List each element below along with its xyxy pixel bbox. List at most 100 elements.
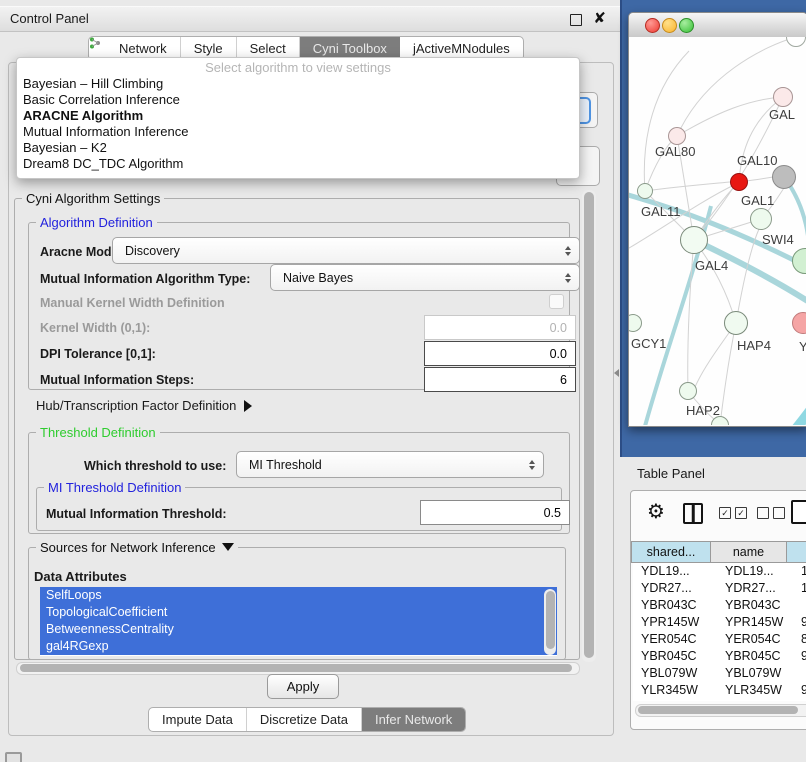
table-cell: 9 <box>795 699 806 701</box>
tab-discretize-data[interactable]: Discretize Data <box>247 708 362 731</box>
show-columns-icon[interactable] <box>683 503 703 524</box>
network-nodes: GALGAL80GAL10GAL1GAL11GAL4SWI4GCY1HAP4YH… <box>629 37 806 425</box>
algorithm-option-selected[interactable]: ARACNE Algorithm <box>17 108 579 124</box>
table-row[interactable]: YIL052CYIL052C9 <box>633 699 806 701</box>
column-header-name[interactable]: name <box>711 541 787 563</box>
table-row[interactable]: YER054CYER054C8. <box>633 631 806 648</box>
algorithm-option[interactable]: Bayesian – Hill Climbing <box>17 76 579 92</box>
control-panel-titlebar: Control Panel ✘ <box>0 6 620 32</box>
new-table-icon[interactable] <box>791 500 806 524</box>
panel-splitter-handle[interactable] <box>614 369 619 377</box>
network-node[interactable] <box>792 312 806 334</box>
network-node-label: HAP2 <box>686 403 720 418</box>
table-row[interactable]: YDR27...YDR27...12 <box>633 580 806 597</box>
attribute-item[interactable]: BetweennessCentrality <box>40 621 557 638</box>
algorithm-option[interactable]: Mutual Information Inference <box>17 124 579 140</box>
panel-title: Control Panel <box>10 11 89 26</box>
attribute-item[interactable]: TopologicalCoefficient <box>40 604 557 621</box>
table-row[interactable]: YBR045CYBR045C9. <box>633 648 806 665</box>
column-header-partial[interactable]: A <box>787 541 806 563</box>
settings-group-title: Cyni Algorithm Settings <box>22 191 164 206</box>
algorithm-definition-title: Algorithm Definition <box>36 215 157 230</box>
attribute-item[interactable]: gal4RGexp <box>40 638 557 655</box>
table-cell: YDL19... <box>719 563 795 580</box>
network-window[interactable]: GALGAL80GAL10GAL1GAL11GAL4SWI4GCY1HAP4YH… <box>628 12 806 427</box>
float-window-icon[interactable] <box>570 14 582 26</box>
table-row[interactable]: YDL19...YDL19...13 <box>633 563 806 580</box>
select-all-checkboxes-icon[interactable]: ✓✓ <box>719 507 747 519</box>
algorithm-option[interactable]: Basic Correlation Inference <box>17 92 579 108</box>
tab-label: Impute Data <box>162 708 233 731</box>
spinner-arrows-icon <box>565 246 571 256</box>
algorithm-option[interactable]: Dream8 DC_TDC Algorithm <box>17 156 579 172</box>
dpi-tolerance-label: DPI Tolerance [0,1]: <box>40 347 156 361</box>
table-row[interactable]: YBR043CYBR043C <box>633 597 806 614</box>
aracne-mode-select[interactable]: Discovery <box>112 237 580 264</box>
minimize-traffic-icon[interactable] <box>662 18 677 33</box>
attribute-item[interactable]: SelfLoops <box>40 587 557 604</box>
which-threshold-value: MI Threshold <box>249 458 322 472</box>
tab-infer-network[interactable]: Infer Network <box>362 708 465 731</box>
network-node-label: GAL11 <box>641 204 681 219</box>
table-horizontal-scrollbar[interactable] <box>635 704 806 717</box>
data-attributes-label: Data Attributes <box>34 569 127 584</box>
table-cell: YIL052C <box>719 699 795 701</box>
table-cell: YPR145W <box>719 614 795 631</box>
network-node[interactable] <box>750 208 772 230</box>
network-node[interactable] <box>668 127 686 145</box>
network-node[interactable] <box>637 183 653 199</box>
network-window-titlebar[interactable] <box>629 13 806 38</box>
which-threshold-select[interactable]: MI Threshold <box>236 451 544 478</box>
table-row[interactable]: YBL079WYBL079W <box>633 665 806 682</box>
deselect-all-checkboxes-icon[interactable] <box>757 507 785 519</box>
network-node-label: GAL4 <box>695 258 728 273</box>
table-cell: 13 <box>795 563 806 580</box>
spinner-arrows-icon <box>565 273 571 283</box>
network-node[interactable] <box>679 382 697 400</box>
zoom-traffic-icon[interactable] <box>679 18 694 33</box>
table-cell: YLR345W <box>719 682 795 699</box>
settings-vertical-scrollbar[interactable] <box>582 190 596 662</box>
mi-type-label: Mutual Information Algorithm Type: <box>40 272 250 286</box>
table-row[interactable]: YLR345WYLR345W9. <box>633 682 806 699</box>
table-cell: 9. <box>795 682 806 699</box>
mi-type-select[interactable]: Naive Bayes <box>270 264 580 291</box>
mi-threshold-group-title: MI Threshold Definition <box>44 480 185 495</box>
close-icon[interactable]: ✘ <box>593 9 606 27</box>
dpi-tolerance-input[interactable]: 0.0 <box>424 341 576 366</box>
network-canvas[interactable]: GALGAL80GAL10GAL1GAL11GAL4SWI4GCY1HAP4YH… <box>629 37 806 425</box>
hub-definition-toggle[interactable]: Hub/Transcription Factor Definition <box>36 398 252 413</box>
mi-steps-input[interactable]: 6 <box>424 367 576 392</box>
sources-group-toggle[interactable]: Sources for Network Inference <box>36 540 238 555</box>
network-node-label: GAL10 <box>737 153 777 168</box>
network-node[interactable] <box>773 87 793 107</box>
apply-button[interactable]: Apply <box>267 674 339 699</box>
close-traffic-icon[interactable] <box>645 18 660 33</box>
column-header-sharedname[interactable]: shared... <box>631 541 711 563</box>
mi-threshold-input[interactable]: 0.5 <box>420 500 570 525</box>
manual-kernel-label: Manual Kernel Width Definition <box>40 296 225 310</box>
network-node[interactable] <box>680 226 708 254</box>
table-cell: YBL079W <box>719 665 795 682</box>
network-node[interactable] <box>629 314 642 332</box>
network-node[interactable] <box>724 311 748 335</box>
spinner-arrows-icon <box>529 460 535 470</box>
network-node[interactable] <box>772 165 796 189</box>
network-node[interactable] <box>786 37 806 47</box>
network-node[interactable] <box>792 248 806 274</box>
kernel-width-input[interactable]: 0.0 <box>424 315 576 340</box>
minimized-panel-icon[interactable] <box>5 752 22 762</box>
network-node[interactable] <box>711 416 729 425</box>
table-cell: YPR145W <box>633 614 719 631</box>
network-node[interactable] <box>730 173 748 191</box>
gear-icon[interactable]: ⚙ <box>647 499 665 524</box>
table-cell: YDR27... <box>633 580 719 597</box>
table-cell: 9. <box>795 614 806 631</box>
kernel-width-label: Kernel Width (0,1): <box>40 321 150 335</box>
manual-kernel-checkbox[interactable] <box>549 294 564 309</box>
algorithm-dropdown-popup: Select algorithm to view settings Bayesi… <box>16 57 580 179</box>
tab-impute-data[interactable]: Impute Data <box>149 708 247 731</box>
table-row[interactable]: YPR145WYPR145W9. <box>633 614 806 631</box>
attribute-list-scrollbar[interactable] <box>544 589 556 655</box>
algorithm-option[interactable]: Bayesian – K2 <box>17 140 579 156</box>
